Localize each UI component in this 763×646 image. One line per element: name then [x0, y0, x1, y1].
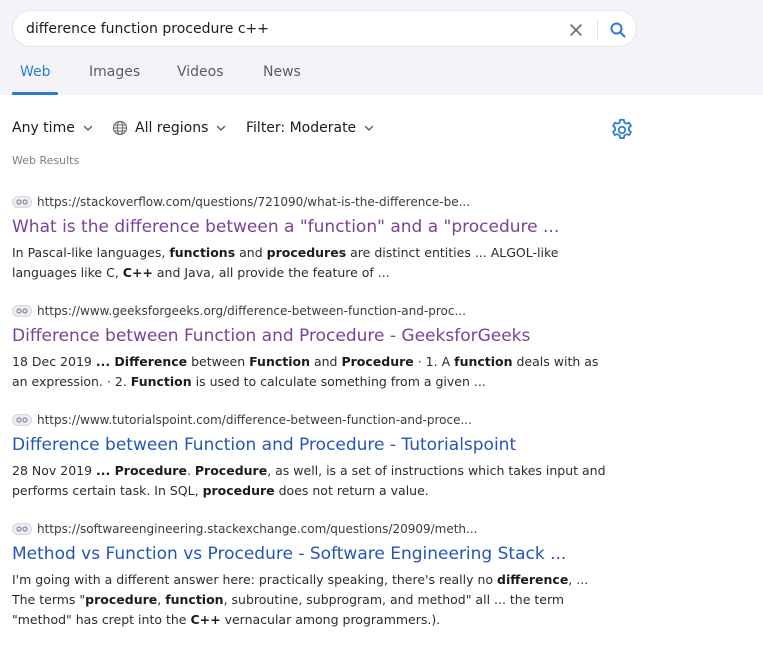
chevron-down-icon — [83, 125, 93, 131]
snippet-highlight: C++ — [190, 612, 221, 627]
result-url-row: https://www.tutorialspoint.com/differenc… — [12, 412, 612, 428]
safesearch-filter-label: Filter: Moderate — [246, 120, 357, 136]
snippet-highlight: procedures — [266, 245, 347, 260]
snippet-highlight: ... Difference — [95, 354, 188, 369]
snippet-text: · 1. A — [413, 354, 455, 369]
tab-images[interactable]: Images — [89, 64, 140, 80]
snippet-text: does not return a value. — [274, 483, 429, 498]
result-url-row: https://stackoverflow.com/questions/7210… — [12, 194, 612, 210]
snippet-highlight: function — [454, 354, 513, 369]
result-url[interactable]: https://softwareengineering.stackexchang… — [37, 522, 477, 536]
result-snippet: 28 Nov 2019 ... Procedure. Procedure, as… — [12, 461, 612, 501]
filter-bar: Any time All regions Filter: Moderate — [12, 118, 638, 140]
snippet-highlight: Function — [130, 374, 192, 389]
tab-web[interactable]: Web — [20, 64, 51, 80]
region-filter-label: All regions — [135, 120, 209, 136]
snippet-highlight: procedure — [85, 592, 158, 607]
section-label: Web Results — [12, 154, 80, 167]
active-tab-indicator — [12, 92, 58, 95]
header-bar: Web Images Videos News — [0, 0, 763, 95]
search-box — [12, 10, 637, 47]
snippet-text: , — [157, 592, 166, 607]
search-result: https://www.tutorialspoint.com/differenc… — [12, 412, 612, 501]
time-filter-label: Any time — [12, 120, 75, 136]
search-input[interactable] — [26, 19, 546, 39]
result-title-link[interactable]: What is the difference between a "functi… — [12, 216, 612, 238]
snippet-text: vernacular among programmers.). — [220, 612, 441, 627]
result-snippet: 18 Dec 2019 ... Difference between Funct… — [12, 352, 612, 392]
snippet-text: between — [187, 354, 250, 369]
search-result: https://softwareengineering.stackexchang… — [12, 521, 612, 630]
tab-videos[interactable]: Videos — [177, 64, 224, 80]
favicon-icon — [12, 414, 32, 426]
snippet-highlight: function — [165, 592, 224, 607]
snippet-text: and — [235, 245, 267, 260]
snippet-highlight: Procedure — [194, 463, 268, 478]
time-filter[interactable]: Any time — [12, 120, 95, 136]
tab-news[interactable]: News — [263, 64, 301, 80]
close-icon[interactable] — [567, 21, 585, 39]
snippet-text: I'm going with a different answer here: … — [12, 572, 498, 587]
snippet-highlight: ... Procedure — [96, 463, 187, 478]
result-url[interactable]: https://www.geeksforgeeks.org/difference… — [37, 304, 466, 318]
globe-icon — [112, 120, 128, 136]
snippet-text: and — [310, 354, 342, 369]
snippet-highlight: Function — [249, 354, 310, 369]
search-divider — [597, 20, 598, 39]
snippet-text: In Pascal-like languages, — [12, 245, 170, 260]
result-title-link[interactable]: Difference between Function and Procedur… — [12, 434, 612, 456]
result-snippet: In Pascal-like languages, functions and … — [12, 243, 612, 283]
snippet-highlight: procedure — [202, 483, 275, 498]
favicon-icon — [12, 523, 32, 535]
snippet-text: is used to calculate something from a gi… — [191, 374, 486, 389]
snippet-highlight: Procedure — [341, 354, 414, 369]
snippet-text: and Java, all provide the feature of ... — [152, 265, 390, 280]
result-url[interactable]: https://stackoverflow.com/questions/7210… — [37, 195, 470, 209]
region-filter[interactable]: All regions — [112, 120, 228, 136]
search-result: https://stackoverflow.com/questions/7210… — [12, 194, 612, 283]
result-title-link[interactable]: Method vs Function vs Procedure - Softwa… — [12, 543, 612, 565]
chevron-down-icon — [217, 125, 226, 131]
result-url-row: https://www.geeksforgeeks.org/difference… — [12, 303, 612, 319]
snippet-highlight: C++ — [122, 265, 153, 280]
gear-icon[interactable] — [609, 117, 635, 143]
search-result: https://www.geeksforgeeks.org/difference… — [12, 303, 612, 392]
result-title-link[interactable]: Difference between Function and Procedur… — [12, 325, 612, 347]
search-icon[interactable] — [608, 20, 628, 40]
snippet-text: . — [186, 463, 195, 478]
favicon-icon — [12, 305, 32, 317]
chevron-down-icon — [364, 125, 374, 131]
favicon-icon — [12, 196, 32, 208]
snippet-highlight: difference — [497, 572, 569, 587]
result-url[interactable]: https://www.tutorialspoint.com/differenc… — [37, 413, 472, 427]
snippet-highlight: functions — [169, 245, 236, 260]
result-url-row: https://softwareengineering.stackexchang… — [12, 521, 612, 537]
safesearch-filter[interactable]: Filter: Moderate — [246, 120, 376, 136]
snippet-text: 28 Nov 2019 — [12, 463, 97, 478]
result-snippet: I'm going with a different answer here: … — [12, 570, 612, 630]
snippet-text: 18 Dec 2019 — [12, 354, 96, 369]
